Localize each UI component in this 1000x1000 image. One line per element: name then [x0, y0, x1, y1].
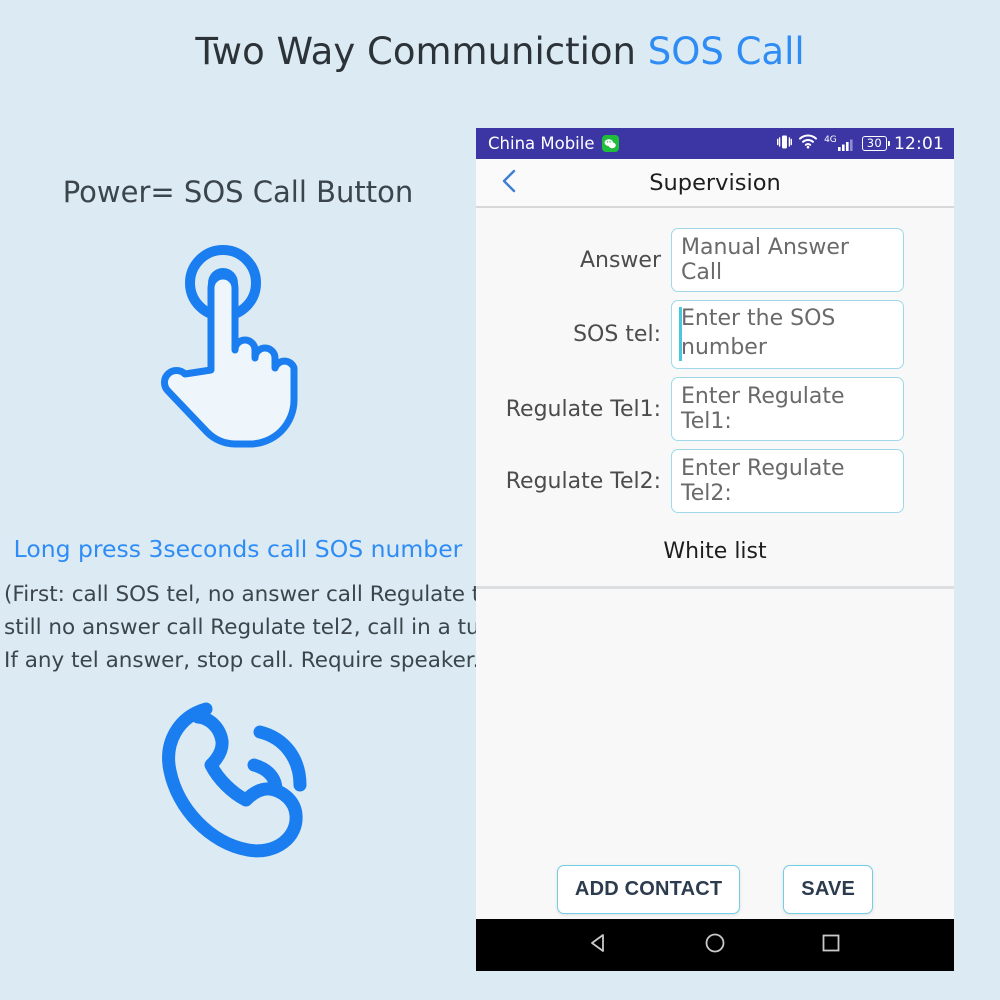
long-press-instruction: Long press 3seconds call SOS number — [13, 535, 463, 563]
sos-tel-field[interactable]: Enter the SOS number — [671, 300, 904, 369]
sos-call-note: (First: call SOS tel, no answer call Reg… — [4, 578, 482, 677]
form-row-sos-tel: SOS tel: Enter the SOS number — [476, 296, 954, 373]
note-line-1: (First: call SOS tel, no answer call Reg… — [4, 582, 482, 607]
supervision-form: Answer Manual Answer Call SOS tel: Enter… — [476, 208, 954, 589]
form-row-regulate-tel2: Regulate Tel2: Enter Regulate Tel2: — [476, 445, 954, 517]
signal-bars-icon: 4G — [824, 134, 855, 152]
text-caret — [679, 307, 682, 361]
screen-title: Supervision — [649, 169, 781, 196]
android-nav-bar — [476, 919, 954, 971]
regulate-tel1-label: Regulate Tel1: — [505, 396, 661, 422]
nav-back-triangle-icon[interactable] — [586, 930, 612, 960]
wifi-icon — [799, 134, 818, 153]
page-title-main: Two Way Communiction — [195, 30, 648, 73]
status-icons-group: 4G 30 12:01 — [777, 134, 944, 154]
nav-recents-square-icon[interactable] — [818, 930, 844, 960]
bottom-action-bar: ADD CONTACT SAVE — [476, 865, 954, 914]
chevron-left-icon — [499, 168, 519, 198]
nav-home-circle-icon[interactable] — [702, 930, 728, 960]
back-button[interactable] — [490, 164, 528, 202]
note-line-3: If any tel answer, stop call. Require sp… — [4, 648, 482, 673]
white-list-section-label[interactable]: White list — [476, 539, 954, 589]
sos-tel-label: SOS tel: — [573, 322, 661, 347]
phone-call-icon-wrapper — [0, 685, 476, 865]
app-title-bar: Supervision — [476, 159, 954, 208]
battery-level-label: 30 — [866, 136, 882, 150]
wechat-icon — [601, 135, 619, 152]
vibrate-icon — [777, 134, 793, 154]
regulate-tel2-field[interactable]: Enter Regulate Tel2: — [671, 449, 904, 513]
answer-mode-field[interactable]: Manual Answer Call — [671, 228, 904, 292]
regulate-tel2-placeholder: Enter Regulate Tel2: — [681, 456, 845, 506]
network-type-label: 4G — [824, 134, 837, 145]
form-row-regulate-tel1: Regulate Tel1: Enter Regulate Tel1: — [476, 373, 954, 445]
hand-tap-icon-wrapper — [0, 240, 476, 460]
regulate-tel2-label: Regulate Tel2: — [505, 468, 661, 494]
phone-call-icon — [162, 702, 307, 858]
add-contact-button[interactable]: ADD CONTACT — [556, 865, 741, 914]
status-clock: 12:01 — [894, 133, 944, 154]
phone-mockup: China Mobile 4G 30 12:01 Supervision Ans… — [476, 128, 954, 971]
page-title-accent: SOS Call — [647, 30, 805, 73]
hand-tap-icon — [160, 245, 297, 448]
page-title: Two Way Communiction SOS Call — [0, 30, 1000, 73]
answer-mode-value: Manual Answer Call — [681, 235, 849, 285]
note-line-2: still no answer call Regulate tel2, call… — [4, 615, 482, 640]
carrier-group: China Mobile — [488, 134, 619, 153]
power-button-label: Power= SOS Call Button — [62, 175, 414, 209]
sos-tel-placeholder: Enter the SOS number — [681, 306, 836, 360]
save-button[interactable]: SAVE — [783, 865, 874, 914]
answer-label: Answer — [579, 247, 661, 273]
regulate-tel1-field[interactable]: Enter Regulate Tel1: — [671, 377, 904, 441]
regulate-tel1-placeholder: Enter Regulate Tel1: — [681, 384, 845, 434]
phone-status-bar: China Mobile 4G 30 12:01 — [476, 128, 954, 159]
left-illustration-panel: Power= SOS Call Button Long press 3secon… — [0, 120, 482, 1000]
battery-indicator: 30 — [861, 136, 890, 151]
carrier-label: China Mobile — [488, 134, 595, 153]
form-row-answer: Answer Manual Answer Call — [476, 224, 954, 296]
